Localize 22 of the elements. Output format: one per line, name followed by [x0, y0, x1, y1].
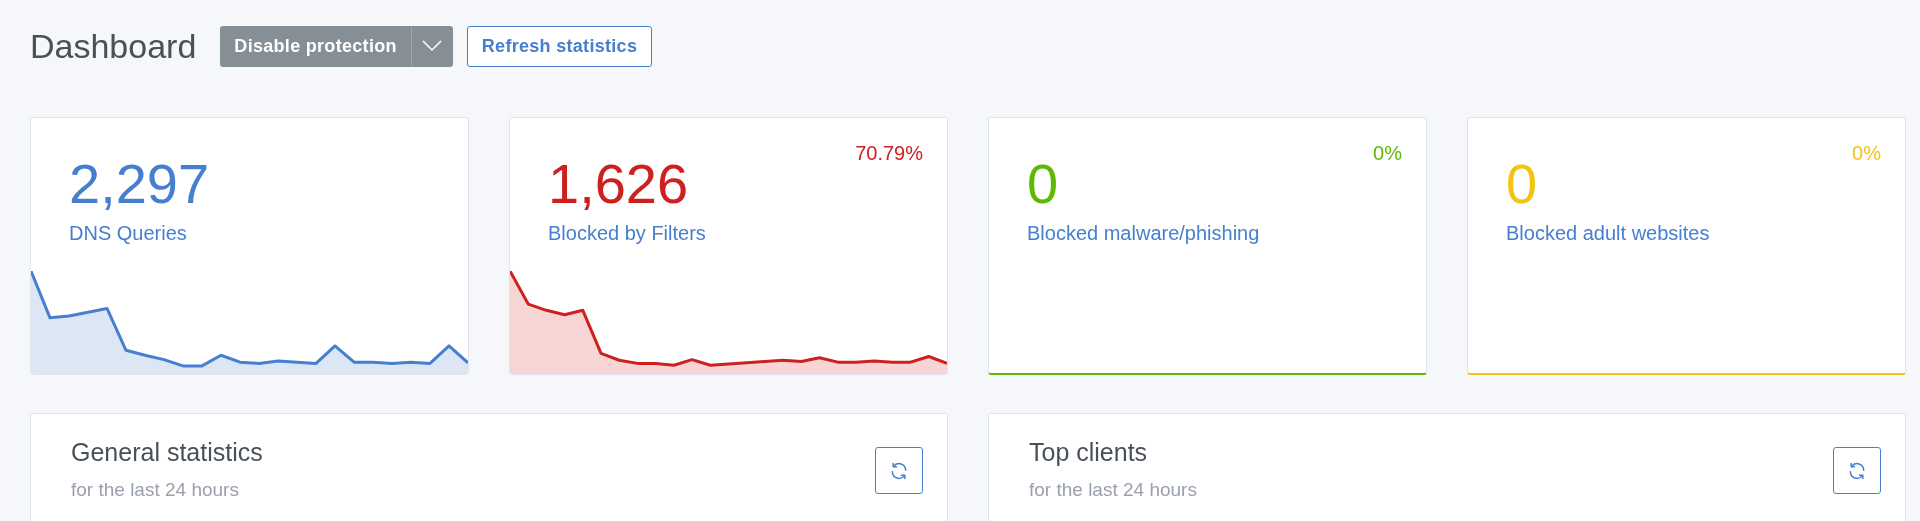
stat-value: 0 [1506, 152, 1538, 216]
refresh-statistics-button[interactable]: Refresh statistics [466, 25, 653, 67]
refresh-icon [889, 460, 909, 481]
chevron-down-icon [422, 40, 443, 52]
stat-value: 0 [1027, 152, 1059, 216]
panel-subtitle: for the last 24 hours [71, 479, 239, 501]
stat-label: Blocked by Filters [548, 222, 706, 245]
page-title: Dashboard [30, 26, 197, 66]
stat-value: 2,297 [69, 152, 210, 216]
percent-value: 0% [1373, 142, 1402, 165]
panel-subtitle: for the last 24 hours [1029, 479, 1197, 501]
percent-value: 0% [1852, 142, 1881, 165]
stat-label: DNS Queries [69, 222, 187, 245]
stat-value: 1,626 [548, 152, 689, 216]
stat-label: Blocked adult websites [1506, 222, 1710, 245]
percent-value: 70.79% [855, 142, 923, 165]
refresh-button[interactable] [1833, 447, 1881, 494]
panel-title: Top clients [1029, 438, 1148, 467]
stat-label: Blocked malware/phishing [1027, 222, 1260, 245]
refresh-button[interactable] [875, 447, 923, 494]
panel-title: General statistics [71, 438, 263, 467]
refresh-icon [1847, 460, 1867, 481]
